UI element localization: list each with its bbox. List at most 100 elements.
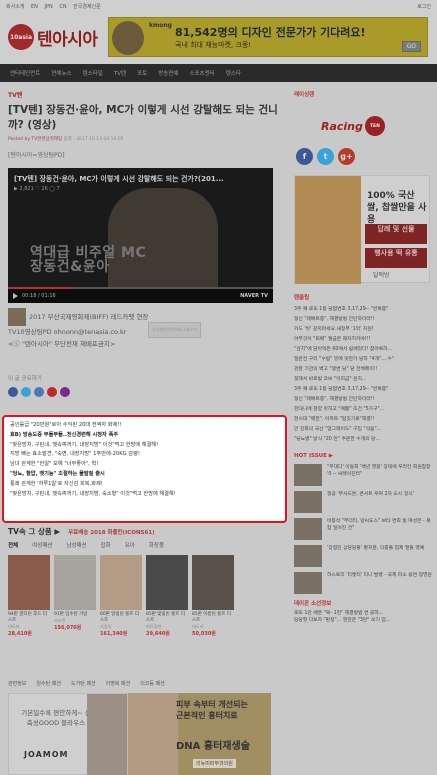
top-link-about[interactable]: 회사소개 [6, 4, 24, 10]
top-link-jpn[interactable]: JPN [45, 4, 53, 10]
hot-issue-text: 하스토리 '티켓티' 티니 발병 - 국제 피소 용연 정영원 [327, 573, 432, 578]
share-band-icon[interactable] [47, 387, 57, 397]
video-title[interactable]: [TV텐] 장동건·윤아, MC가 이렇게 시선 강탈해도 되는 건가?(201… [14, 174, 224, 184]
site-logo[interactable]: 10asia 텐아시아 [8, 24, 98, 50]
related-tab-2[interactable]: 도가탄 패션 [71, 680, 96, 687]
news-item-6[interactable]: 통쾌 관계한 '하루1알'로 자신감 회복,화제! [10, 480, 279, 490]
related-tab-3[interactable]: 이명복 패션 [106, 680, 131, 687]
article-body-line1-text: 2017 부산국제영화제(BIFF) 레드카펫 현장 [29, 313, 149, 321]
product-card[interactable]: 85판 이름린 롱프 더스트 대도라 50,030원 [192, 555, 234, 637]
top-link-hankyung[interactable]: 한국경제신문 [73, 4, 101, 10]
news-item-4[interactable]: 남녀 관계한 "한알" 모예 "너무좋아", 헉! [10, 460, 279, 470]
joamom-ad[interactable]: 기본일수록 편안하게~ 신축성GOOD 블라우스 JOAMOM [8, 693, 128, 775]
sidebar-news-item[interactable]: 정신 "레베트증", 해결방법 간단하더라!! [294, 395, 434, 405]
sidebar-news-item[interactable]: 3주 째 로또 1등 당첨번호 3,17,29-- "반복증" [294, 305, 434, 315]
news-item-0[interactable]: 공인률급 "20만원"로아 수익된 20대 전액자 화제!! [10, 421, 279, 431]
google-plus-icon[interactable]: g+ [338, 148, 355, 165]
sidebar-racing-head: 레이싱텐 [294, 92, 315, 98]
sidebar-news-item[interactable]: "김치"에 담아먹은 60에서 쉽베었다! 참아록하... [294, 345, 434, 355]
sidebar-news-item[interactable]: 3주 째 로또 1등 당첨번호 3,17,29-- "반복증" [294, 385, 434, 395]
hot-issue-image [294, 545, 322, 567]
nav-item-broadcast[interactable]: 방송연예 [158, 69, 178, 77]
nav-item-entertainment[interactable]: 엔터테인먼트 [10, 69, 40, 77]
top-link-cn[interactable]: CN [59, 4, 66, 10]
product-card[interactable]: 94판 깔끄린 후드 더스트 대도라 28,410원 [8, 555, 50, 637]
hot-issue-item[interactable]: '장점민 상담당들' 황지윤, 닥종돌 힙제 얼들 영예 [294, 545, 434, 567]
product-card[interactable]: 85판 빛빛린 롱프 더스트 파트장면 29,640원 [146, 555, 188, 637]
dna-ad[interactable]: 피부 속부터 개선되는 근본적인 흉터치료 DNA 흉터재생술 리뉴미피부과의원 [128, 693, 271, 775]
tab-goods[interactable]: 잡화 [101, 541, 111, 549]
top-bar: 회사소개 EN JPN CN 한국경제신문 로그인 [0, 0, 437, 12]
news-item-1[interactable]: 효B) 방송도중 부들부들..천신경련해 시청자 폭주 [10, 431, 279, 441]
product-name: 85판 빛빛린 롱프 더스트 [146, 612, 185, 623]
bottom-info-item[interactable]: 로또 1만 배은 "복- 1천" 해결방법 연 공하... [294, 610, 434, 617]
related-tab-4[interactable]: 이코등 패션 [140, 680, 165, 687]
share-twitter-icon[interactable] [21, 387, 31, 397]
news-item-2[interactable]: "찾은방치, 구린내, 뱃속찌꺼기, 내장지방" 이것"먹고 한방에 해결해! [10, 441, 279, 451]
share-buttons [8, 387, 283, 397]
article-section[interactable]: TV텐 [8, 90, 283, 99]
hot-issue-text: 정공 '부사드본, 콘서트 우여 2차 도시 정식' [327, 492, 414, 497]
sidebar-news-item[interactable]: 정해서 바로빛 코브 "이지금" 원치... [294, 375, 434, 385]
twitter-icon[interactable]: t [317, 148, 334, 165]
nav-item-photo[interactable]: 포토 [137, 69, 147, 77]
top-link-en[interactable]: EN [31, 4, 38, 10]
nav-item-tenstyle[interactable]: 텐스타일 [83, 69, 103, 77]
tv-products-sub[interactable]: 무료배송 2018 화플칸(ICONS61) [68, 528, 155, 536]
product-card[interactable]: 91판 임수탄 가방 라보면 156,070원 [54, 555, 96, 637]
rice-cake-ad[interactable]: 100% 국산 쌀, 찹쌀만을 사용 답례 및 선물 행사용 떡 유통 달떡방 [294, 175, 430, 284]
hot-issue-item[interactable]: 하스토리 '티켓티' 티니 발병 - 국제 피소 용연 정영원 [294, 572, 434, 594]
sidebar-news-item[interactable]: 만 진화의 국산 "업그레이드" 구입 "석음"... [294, 425, 434, 435]
hot-issue-item[interactable]: 비등석 "부더티, 망씨도스" 브타 연희 빛 여성은 - 복합 일어진 건" [294, 518, 434, 540]
facebook-icon[interactable]: f [296, 148, 313, 165]
racing-ten-logo[interactable]: Racing TEN [321, 116, 434, 136]
news-item-3[interactable]: 지방 빠는 효소발견, "숙변, 내장지방" 1주만에-20KG 감량! [10, 450, 279, 460]
inline-ad[interactable]: 신세한번장텐세대 소통러브 [148, 322, 202, 338]
bottom-info-item[interactable]: 담당할 다보자 "판정"... 현관은 "3만" 쏘기 업... [294, 617, 434, 624]
sidebar-news-item[interactable]: "당뇨병" 방식 "20 만" 주문한 수개의 당... [294, 435, 434, 445]
product-price: 50,030원 [192, 631, 216, 637]
play-icon[interactable] [13, 293, 18, 299]
sidebar-news-item[interactable]: 아무것이 "퇴배" 월급은 매자치카야!!! [294, 335, 434, 345]
hot-issue-item[interactable]: 정공 '부사드본, 콘서트 우여 2차 도시 정식' [294, 491, 434, 513]
highlighted-news-box: 공인률급 "20만원"로아 수익된 20대 전액자 화제!! 효B) 방송도중 … [2, 415, 287, 523]
ad-go-button[interactable]: GO [401, 41, 421, 52]
tv-products-tabs: 전체 여성패션 남성패션 잡화 유아 화장품 [8, 541, 283, 549]
sidebar-news-item[interactable]: 한대니에 현양 맛하고 "예쁨" 조건 "5가구"... [294, 405, 434, 415]
tab-all[interactable]: 전체 [8, 541, 18, 549]
sidebar-news-item[interactable]: 현시대 "매한", 아파트 "탐짓기로"해결!! [294, 415, 434, 425]
news-item-7[interactable]: "찾은방치, 구린내, 뱃속찌꺼기, 내장지방, 숙소형" 이것"먹고 한방에 … [10, 490, 279, 500]
share-kakao-icon[interactable] [34, 387, 44, 397]
tab-kids[interactable]: 유아 [125, 541, 135, 549]
hot-issue-text: '장점민 상담당들' 황지윤, 닥종돌 힙제 얼들 영예 [327, 546, 425, 551]
top-banner-ad[interactable]: kmong 81,542명의 디자인 전문가가 기다려요! 국내 최대 재능마켓… [108, 17, 428, 57]
naver-tv-logo[interactable]: NAVER TV [240, 293, 268, 299]
joamom-ad-brand: JOAMOM [24, 750, 69, 759]
tab-cosmetics[interactable]: 화장품 [149, 541, 164, 549]
tab-women[interactable]: 여성패션 [32, 541, 52, 549]
rice-cake-ad-event-button[interactable]: 행사용 떡 유통 [365, 248, 427, 268]
related-tab-0[interactable]: 관련정보 [8, 680, 26, 687]
rice-cake-ad-gift-button[interactable]: 답례 및 선물 [365, 224, 427, 244]
product-price: 29,640원 [146, 631, 170, 637]
hot-issue-item[interactable]: "무대다' 이동희 '백년 영광' 장대에 우라칸 회원참창 '0 -- 씨레이… [294, 464, 434, 486]
nav-item-sports[interactable]: 스포츠엔터 [189, 69, 214, 77]
product-card[interactable]: 60판 달빛린 롱프 더스트 사용원 161,340원 [100, 555, 142, 637]
nav-item-tenstar[interactable]: 텐스타 [226, 69, 241, 77]
sidebar-news-item[interactable]: 일반전 구리 "수빔" 밑에 맛한가 당하 "4개"... 수" [294, 355, 434, 365]
hot-issue-head[interactable]: HOT ISSUE ▶ [294, 453, 434, 459]
sidebar-news-item[interactable]: 카드 '빗' 갚지마세요 새정부 '1억' 지원! [294, 325, 434, 335]
share-more-icon[interactable] [60, 387, 70, 397]
login-link[interactable]: 로그인 [417, 3, 431, 10]
share-facebook-icon[interactable] [8, 387, 18, 397]
dna-ad-title: DNA 흉터재생술 [176, 741, 250, 752]
video-player[interactable]: [TV텐] 장동건·윤아, MC가 이렇게 시선 강탈해도 되는 건가?(201… [8, 168, 273, 303]
news-item-5[interactable]: "당뇨, 혈압, 뱃기능" 조절하는 물발질 출시 [10, 470, 279, 480]
tab-men[interactable]: 남성패션 [66, 541, 86, 549]
related-tab-1[interactable]: 임수탄 패션 [36, 680, 61, 687]
sidebar-news-item[interactable]: 관할 기관의 벽고 "쟁변 당" 당 전체메이!! [294, 365, 434, 375]
sidebar-news-item[interactable]: 정신 "레베트증", 해결방법 간단하더라!! [294, 315, 434, 325]
nav-item-news[interactable]: 연예뉴스 [51, 69, 71, 77]
nav-item-tvten[interactable]: TV텐 [114, 69, 126, 77]
rice-cake-ad-headline: 100% 국산 쌀, 찹쌀만을 사용 [367, 191, 427, 225]
